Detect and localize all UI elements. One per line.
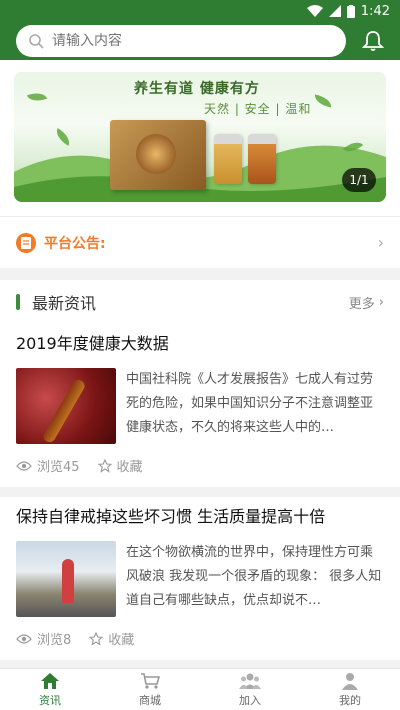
- article-thumbnail: [16, 368, 116, 444]
- tab-news[interactable]: 资讯: [0, 669, 100, 710]
- section-accent-bar: [16, 294, 20, 310]
- article-summary: 中国社科院《人才发展报告》七成人有过劳死的危险，如果中国知识分子不注意调整亚健康…: [126, 372, 374, 435]
- main-content: 养生有道 健康有方 天然 | 安全 | 温和 1/1 平台公告: › 最新资讯 …: [0, 60, 400, 668]
- leaf-decoration: [313, 94, 333, 108]
- platform-notice[interactable]: 平台公告: ›: [0, 216, 400, 268]
- banner-pager: 1/1: [342, 168, 376, 192]
- tab-join[interactable]: 加入: [200, 669, 300, 710]
- notification-button[interactable]: [360, 28, 386, 54]
- news-article[interactable]: 2019年度健康大数据 中国社科院《人才发展报告》七成人有过劳死的危险，如果中国…: [0, 324, 400, 487]
- star-icon: [97, 458, 112, 473]
- news-header: 最新资讯 更多 ›: [0, 280, 400, 324]
- product-jar-image: [214, 134, 242, 184]
- product-jar-image: [248, 134, 276, 184]
- battery-icon: [346, 4, 355, 18]
- bottom-tab-bar: 资讯 商城 加入 我的: [0, 668, 400, 710]
- group-icon: [239, 673, 261, 689]
- status-bar: 1:42: [0, 0, 400, 22]
- tab-mall[interactable]: 商城: [100, 669, 200, 710]
- top-bar: [0, 22, 400, 60]
- favorite-button[interactable]: 收藏: [89, 629, 134, 648]
- leaf-decoration: [26, 89, 48, 105]
- user-icon: [342, 672, 358, 690]
- article-summary: 在这个物欲横流的世界中，保持理性方可乘风破浪 我发现一个很矛盾的现象： 很多人知…: [126, 545, 382, 608]
- views-count: 浏览45: [16, 456, 80, 475]
- banner-headline: 养生有道 健康有方: [134, 81, 260, 97]
- cart-icon: [141, 672, 160, 689]
- section-title: 最新资讯: [32, 294, 97, 313]
- article-title: 2019年度健康大数据: [16, 334, 169, 353]
- banner-carousel[interactable]: 养生有道 健康有方 天然 | 安全 | 温和 1/1: [14, 72, 386, 202]
- tab-mine[interactable]: 我的: [300, 669, 400, 710]
- separator: [0, 487, 400, 497]
- banner-subline: 天然 | 安全 | 温和: [204, 102, 312, 116]
- status-time: 1:42: [360, 3, 390, 19]
- news-section: 最新资讯 更多 › 2019年度健康大数据 中国社科院《人才发展报告》七成人有过劳…: [0, 280, 400, 660]
- notice-icon: [16, 232, 36, 253]
- search-input[interactable]: [52, 33, 302, 49]
- home-icon: [41, 672, 59, 689]
- article-thumbnail: [16, 541, 116, 617]
- product-box-image: [110, 120, 206, 190]
- more-link[interactable]: 更多 ›: [349, 293, 384, 312]
- eye-icon: [16, 633, 32, 644]
- favorite-button[interactable]: 收藏: [97, 456, 143, 475]
- article-title: 保持自律戒掉这些坏习惯 生活质量提高十倍: [16, 507, 326, 526]
- chevron-right-icon: ›: [377, 233, 384, 252]
- star-icon: [89, 631, 104, 646]
- chevron-right-icon: ›: [378, 294, 384, 310]
- search-box[interactable]: [16, 25, 346, 57]
- eye-icon: [16, 460, 32, 471]
- news-article[interactable]: 保持自律戒掉这些坏习惯 生活质量提高十倍 在这个物欲横流的世界中，保持理性方可乘…: [0, 497, 400, 660]
- views-count: 浏览8: [16, 629, 71, 648]
- wifi-icon: [306, 5, 323, 17]
- search-icon: [29, 34, 44, 49]
- notice-label: 平台公告:: [44, 235, 106, 252]
- signal-icon: [328, 5, 341, 17]
- bell-icon: [361, 31, 385, 51]
